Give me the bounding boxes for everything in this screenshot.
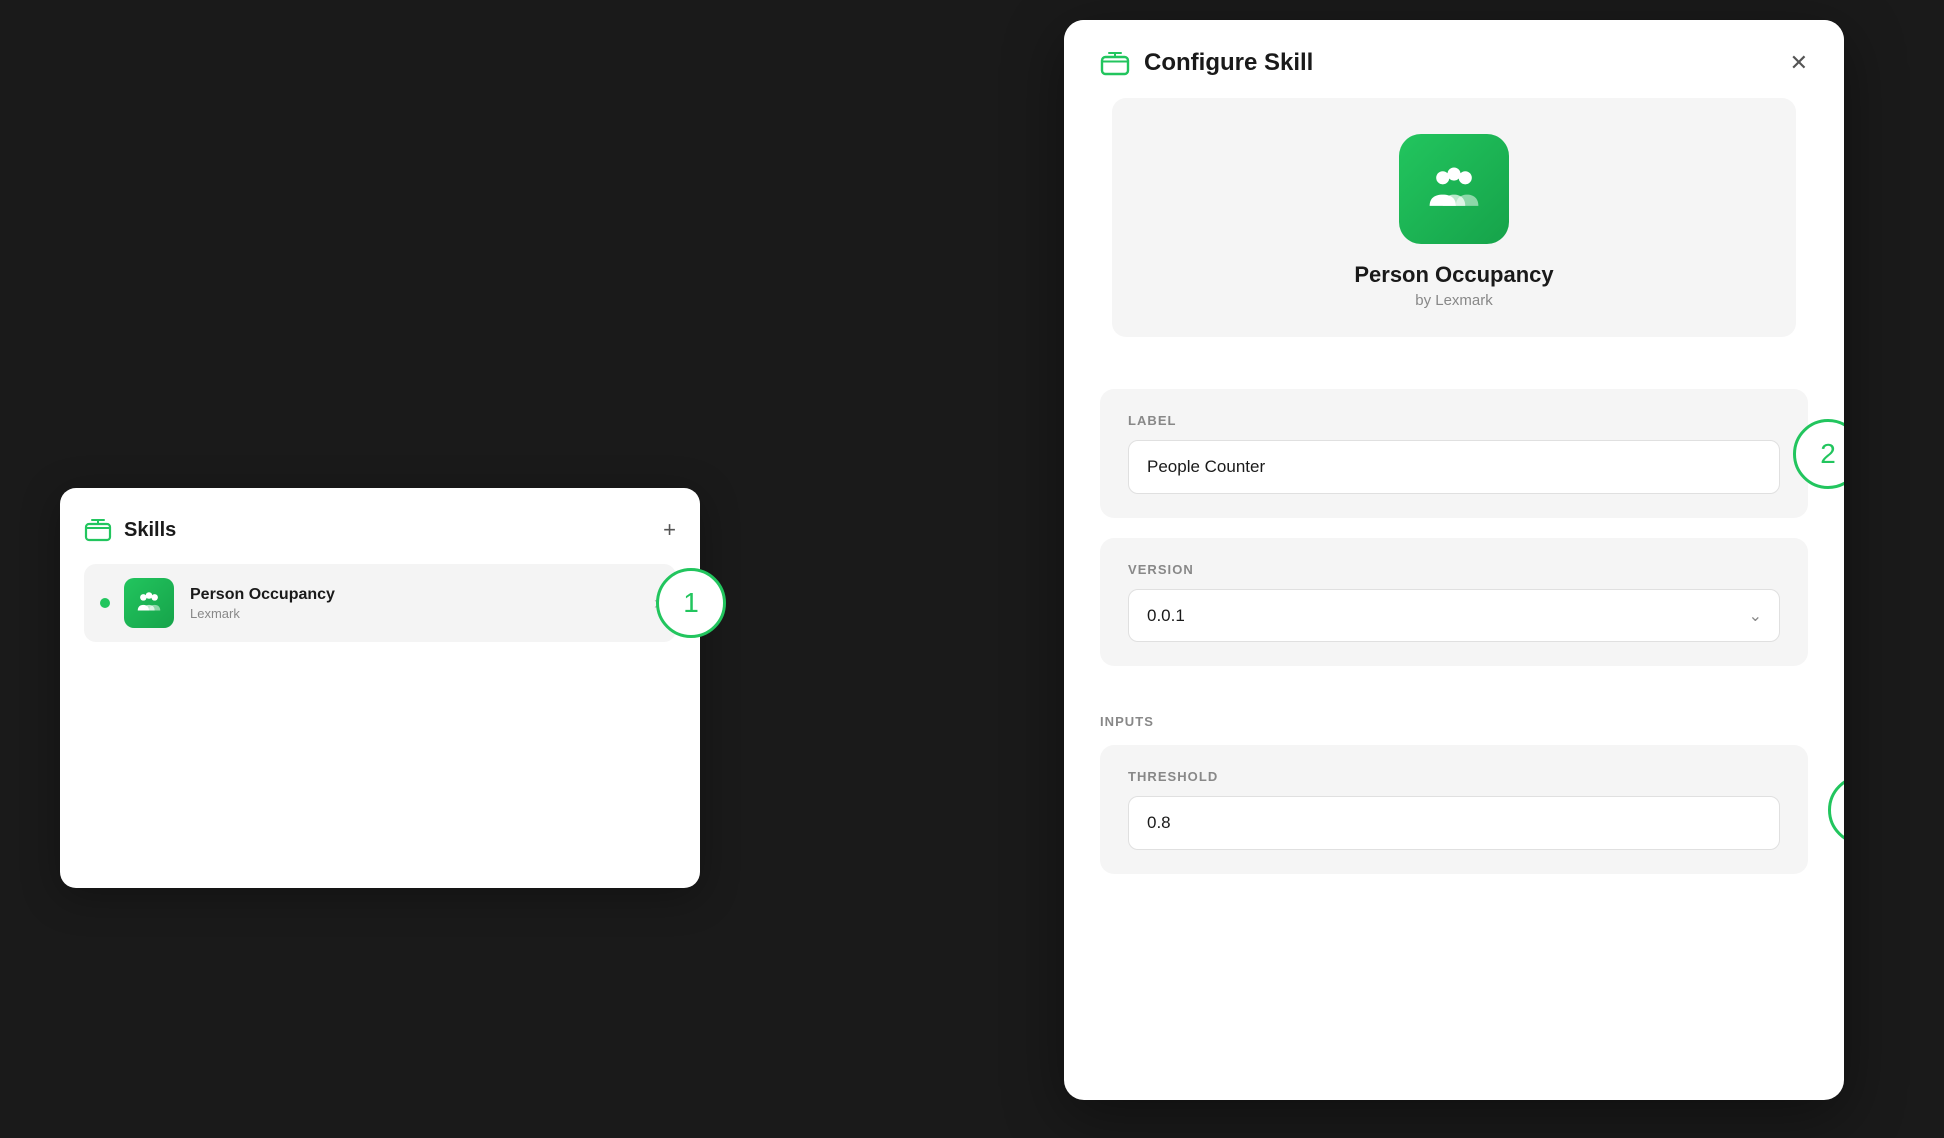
configure-box-icon bbox=[1100, 48, 1130, 78]
modal-title: Configure Skill bbox=[1144, 49, 1313, 77]
modal-form: LABEL 2 VERSION 0.0.1 ⌄ bbox=[1064, 361, 1844, 714]
skills-panel-title: Skills bbox=[124, 519, 176, 542]
label-section-header: LABEL bbox=[1128, 413, 1780, 428]
version-section-header: VERSION bbox=[1128, 562, 1780, 577]
box-icon bbox=[84, 516, 112, 544]
close-modal-button[interactable]: ✕ bbox=[1790, 52, 1808, 74]
skill-list-item[interactable]: Person Occupancy Lexmark › 1 bbox=[84, 564, 676, 642]
step-badge-3: 3 bbox=[1828, 775, 1844, 845]
version-select-wrapper: 0.0.1 ⌄ bbox=[1128, 589, 1780, 642]
skill-company: Lexmark bbox=[190, 606, 654, 621]
skill-icon-box bbox=[124, 578, 174, 628]
step-badge-1: 1 bbox=[656, 568, 726, 638]
modal-hero: Person Occupancy by Lexmark bbox=[1112, 98, 1796, 337]
skill-name: Person Occupancy bbox=[190, 586, 654, 604]
configure-skill-modal: Configure Skill ✕ Person Occupancy by Le… bbox=[1064, 20, 1844, 1100]
label-section: LABEL 2 bbox=[1100, 389, 1808, 518]
people-icon-small bbox=[134, 588, 164, 618]
hero-wrapper: Person Occupancy by Lexmark bbox=[1064, 98, 1844, 361]
hero-icon-box bbox=[1399, 134, 1509, 244]
skill-info: Person Occupancy Lexmark bbox=[190, 586, 654, 621]
inputs-section: THRESHOLD 3 bbox=[1100, 745, 1808, 874]
skills-title-group: Skills bbox=[84, 516, 176, 544]
skills-header: Skills + bbox=[84, 516, 676, 544]
hero-company: by Lexmark bbox=[1415, 292, 1493, 309]
version-section: VERSION 0.0.1 ⌄ bbox=[1100, 538, 1808, 666]
inputs-section-label: INPUTS bbox=[1064, 714, 1844, 729]
skill-active-dot bbox=[100, 598, 110, 608]
add-skill-button[interactable]: + bbox=[663, 519, 676, 541]
hero-skill-name: Person Occupancy bbox=[1354, 262, 1553, 288]
threshold-input[interactable] bbox=[1128, 796, 1780, 850]
step-badge-2: 2 bbox=[1793, 419, 1844, 489]
modal-header: Configure Skill ✕ bbox=[1064, 20, 1844, 98]
skills-panel: Skills + Person Occupancy Lexmark › 1 bbox=[60, 488, 700, 888]
version-select[interactable]: 0.0.1 bbox=[1128, 589, 1780, 642]
threshold-label: THRESHOLD bbox=[1128, 769, 1780, 784]
label-input[interactable] bbox=[1128, 440, 1780, 494]
people-icon-large bbox=[1424, 159, 1484, 219]
modal-title-group: Configure Skill bbox=[1100, 48, 1313, 78]
